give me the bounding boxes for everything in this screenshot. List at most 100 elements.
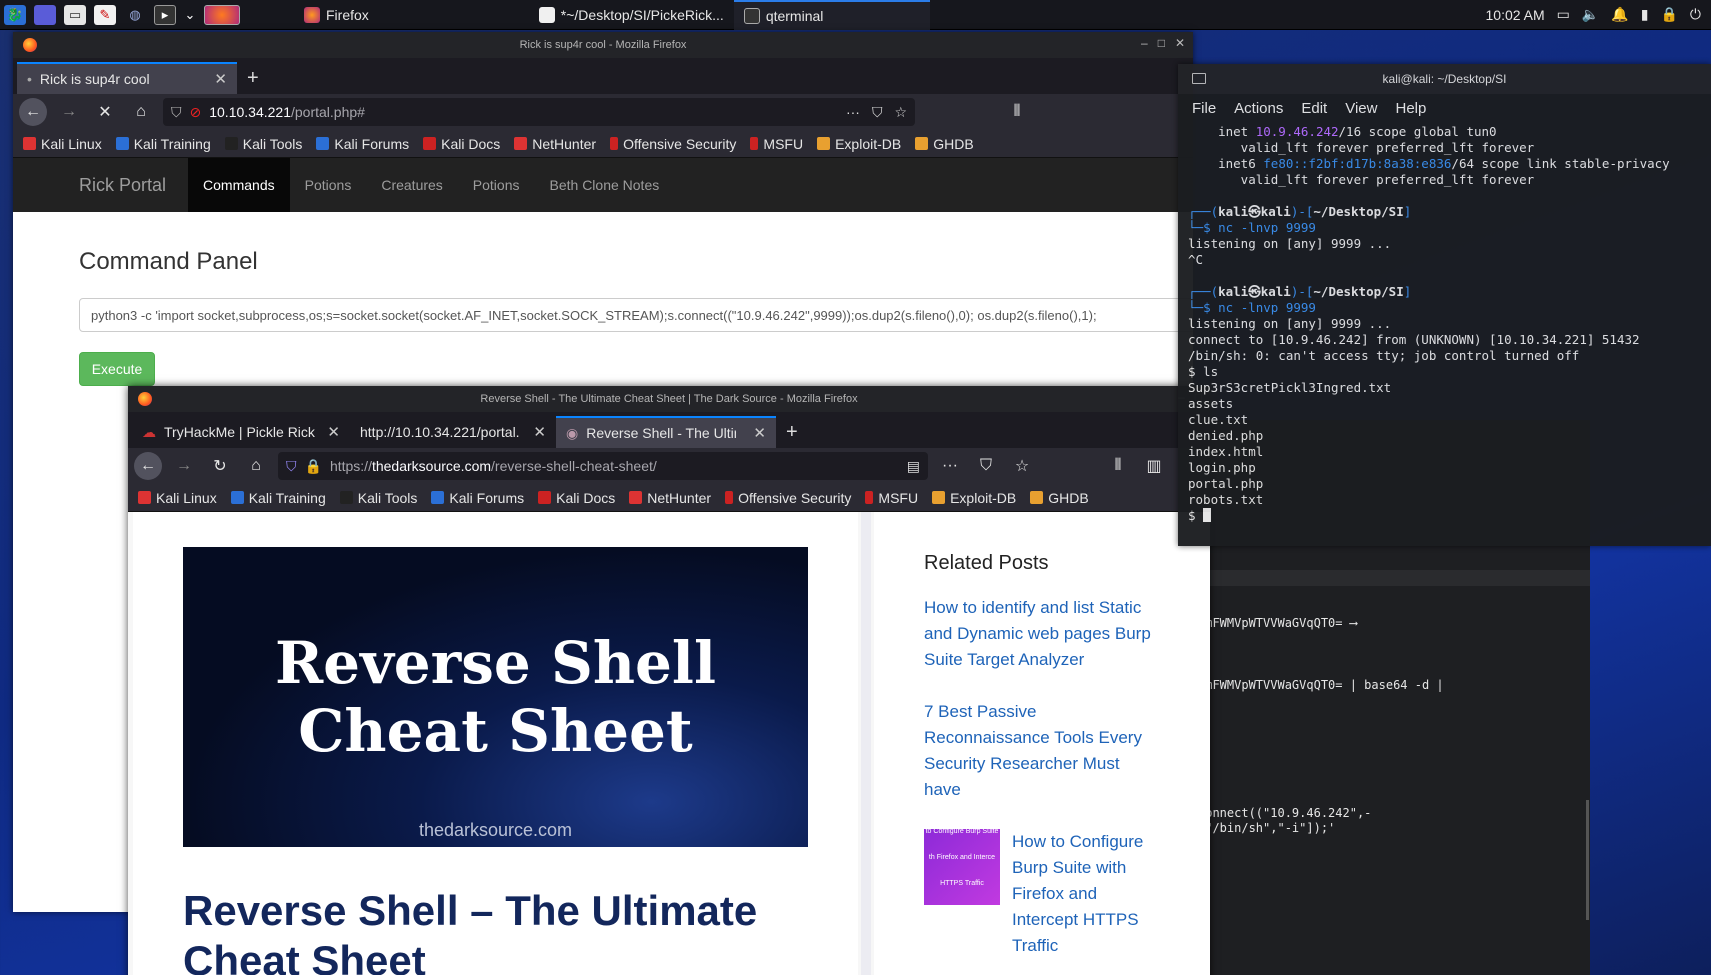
tab-tryhackme[interactable]: ☁ TryHackMe | Pickle Rick ✕ bbox=[132, 416, 350, 448]
related-post-link[interactable]: How to identify and list Static and Dyna… bbox=[924, 595, 1160, 673]
bookmark-kali-training[interactable]: Kali Training bbox=[230, 490, 326, 506]
related-thumbnail[interactable]: to Configure Burp Suite th Firefox and I… bbox=[924, 828, 1000, 905]
library-icon[interactable]: ⫴ bbox=[1104, 452, 1132, 480]
nav-beth-clone-notes[interactable]: Beth Clone Notes bbox=[535, 158, 675, 212]
bookmark-msfu[interactable]: MSFU bbox=[750, 136, 803, 152]
home-button[interactable]: ⌂ bbox=[127, 98, 155, 126]
bookmark-kali-forums[interactable]: Kali Forums bbox=[431, 490, 524, 506]
bookmark-msfu[interactable]: MSFU bbox=[865, 490, 918, 506]
stop-button[interactable]: ✕ bbox=[91, 98, 119, 126]
insecure-lock-icon[interactable]: ⊘ bbox=[190, 104, 202, 121]
bookmark-star-icon[interactable]: ☆ bbox=[894, 104, 907, 121]
article-title[interactable]: Reverse Shell – The Ultimate Cheat Sheet bbox=[183, 886, 808, 975]
nav-commands[interactable]: Commands bbox=[188, 158, 290, 212]
bookmark-kali-linux[interactable]: Kali Linux bbox=[23, 136, 102, 152]
window-titlebar[interactable]: Reverse Shell - The Ultimate Cheat Sheet… bbox=[128, 386, 1210, 412]
tab-rick[interactable]: • Rick is sup4r cool ✕ bbox=[17, 62, 237, 94]
task-qterminal[interactable]: qterminal bbox=[733, 0, 930, 30]
back-button[interactable]: ← bbox=[134, 452, 162, 480]
battery-icon[interactable]: ▮ bbox=[1641, 6, 1649, 23]
firefox-launcher-icon[interactable] bbox=[204, 4, 240, 25]
more-actions-icon[interactable]: ··· bbox=[846, 104, 860, 121]
bookmark-ghdb[interactable]: GHDB bbox=[915, 136, 974, 152]
nav-creatures[interactable]: Creatures bbox=[366, 158, 457, 212]
bookmark-exploit-db[interactable]: Exploit-DB bbox=[817, 136, 901, 152]
bookmark-kali-linux[interactable]: Kali Linux bbox=[138, 490, 217, 506]
task-editor[interactable]: *~/Desktop/SI/PickeRick... bbox=[529, 0, 734, 30]
new-tab-button[interactable]: + bbox=[776, 416, 808, 448]
power-icon[interactable]: ⏻ bbox=[1690, 6, 1701, 23]
lock-icon[interactable]: 🔒 bbox=[305, 458, 322, 475]
workspace-icon[interactable] bbox=[34, 4, 56, 25]
menu-view[interactable]: View bbox=[1345, 100, 1377, 117]
forward-button[interactable]: → bbox=[55, 98, 83, 126]
close-icon[interactable]: ✕ bbox=[1175, 36, 1185, 50]
terminal-icon[interactable]: ▸ bbox=[154, 4, 176, 25]
close-tab-icon[interactable]: ✕ bbox=[214, 70, 227, 88]
url-bar[interactable]: ⛉ 🔒 https://thedarksource.com/reverse-sh… bbox=[278, 452, 928, 480]
bookmark-ghdb[interactable]: GHDB bbox=[1030, 490, 1089, 506]
page-scrollbar[interactable] bbox=[861, 512, 871, 975]
menu-file[interactable]: File bbox=[1192, 100, 1216, 117]
reader-view-icon[interactable]: ▤ bbox=[907, 458, 920, 475]
maximize-icon[interactable]: □ bbox=[1158, 36, 1165, 50]
sidebar-icon[interactable]: ▥ bbox=[1140, 452, 1168, 480]
close-tab-icon[interactable]: ✕ bbox=[753, 424, 766, 442]
clock[interactable]: 10:02 AM bbox=[1486, 7, 1545, 23]
bookmark-offensive-security[interactable]: Offensive Security bbox=[610, 136, 736, 152]
notification-bell-icon[interactable]: 🔔 bbox=[1611, 6, 1628, 23]
related-post-with-thumb[interactable]: to Configure Burp Suite th Firefox and I… bbox=[924, 828, 1160, 959]
shield-icon[interactable]: ⛉ bbox=[286, 458, 297, 475]
kali-menu-icon[interactable]: 🐉 bbox=[4, 4, 26, 25]
volume-icon[interactable]: 🔈 bbox=[1582, 6, 1599, 23]
window-titlebar[interactable]: Rick is sup4r cool - Mozilla Firefox – □… bbox=[13, 32, 1193, 58]
home-button[interactable]: ⌂ bbox=[242, 452, 270, 480]
nav-potions[interactable]: Potions bbox=[290, 158, 367, 212]
bookmark-kali-tools[interactable]: Kali Tools bbox=[224, 136, 302, 152]
bookmark-kali-docs[interactable]: Kali Docs bbox=[538, 490, 615, 506]
library-icon[interactable]: ⫴ bbox=[1003, 98, 1031, 126]
related-post-link[interactable]: 7 Best Passive Reconnaissance Tools Ever… bbox=[924, 699, 1160, 803]
tab-portal[interactable]: http://10.10.34.221/portal.ph ✕ bbox=[350, 416, 556, 448]
bookmark-kali-tools[interactable]: Kali Tools bbox=[339, 490, 417, 506]
pocket-icon[interactable]: ⛉ bbox=[872, 104, 883, 121]
execute-button[interactable]: Execute bbox=[79, 352, 155, 386]
text-editor-icon[interactable]: ✎ bbox=[94, 4, 116, 25]
browser-icon[interactable]: ◍ bbox=[124, 5, 146, 25]
close-tab-icon[interactable]: ✕ bbox=[533, 423, 546, 441]
url-bar[interactable]: ⛉ ⊘ 10.10.34.221/portal.php# ··· ⛉ ☆ bbox=[163, 98, 915, 126]
tab-reverse-shell[interactable]: ◉ Reverse Shell - The Ultim ✕ bbox=[556, 416, 776, 448]
menu-edit[interactable]: Edit bbox=[1301, 100, 1327, 117]
bookmark-kali-forums[interactable]: Kali Forums bbox=[316, 136, 409, 152]
bookmark-nethunter[interactable]: NetHunter bbox=[629, 490, 711, 506]
task-firefox[interactable]: Firefox bbox=[294, 0, 379, 30]
lock-icon[interactable]: 🔒 bbox=[1660, 6, 1677, 23]
file-manager-icon[interactable]: ▭ bbox=[64, 4, 86, 25]
bookmark-kali-training[interactable]: Kali Training bbox=[115, 136, 211, 152]
menu-actions[interactable]: Actions bbox=[1234, 100, 1283, 117]
bookmark-kali-docs[interactable]: Kali Docs bbox=[423, 136, 500, 152]
related-post-link[interactable]: How to Configure Burp Suite with Firefox… bbox=[1012, 829, 1160, 959]
rick-portal-brand[interactable]: Rick Portal bbox=[79, 158, 166, 212]
nav-potions-2[interactable]: Potions bbox=[458, 158, 535, 212]
back-button[interactable]: ← bbox=[19, 98, 47, 126]
shield-icon[interactable]: ⛉ bbox=[171, 104, 182, 121]
forward-button[interactable]: → bbox=[170, 452, 198, 480]
close-tab-icon[interactable]: ✕ bbox=[327, 423, 340, 441]
bookmark-exploit-db[interactable]: Exploit-DB bbox=[932, 490, 1016, 506]
terminal-output[interactable]: inet 10.9.46.242/16 scope global tun0 va… bbox=[1178, 122, 1711, 526]
new-tab-button[interactable]: + bbox=[237, 62, 269, 94]
chevron-down-icon[interactable]: ⌄ bbox=[184, 5, 196, 25]
bookmark-offensive-security[interactable]: Offensive Security bbox=[725, 490, 851, 506]
window-titlebar[interactable]: kali@kali: ~/Desktop/SI bbox=[1178, 64, 1711, 94]
reload-button[interactable]: ↻ bbox=[206, 452, 234, 480]
command-input[interactable]: python3 -c 'import socket,subprocess,os;… bbox=[79, 298, 1193, 332]
bookmark-nethunter[interactable]: NetHunter bbox=[514, 136, 596, 152]
pocket-icon[interactable]: ⛉ bbox=[972, 452, 1000, 480]
bookmark-star-icon[interactable]: ☆ bbox=[1008, 452, 1036, 480]
menu-help[interactable]: Help bbox=[1395, 100, 1426, 117]
display-icon[interactable]: ▭ bbox=[1557, 6, 1570, 23]
more-actions-icon[interactable]: ··· bbox=[936, 452, 964, 480]
minimize-icon[interactable]: – bbox=[1141, 36, 1148, 50]
editor-scrollbar[interactable] bbox=[1586, 800, 1589, 920]
